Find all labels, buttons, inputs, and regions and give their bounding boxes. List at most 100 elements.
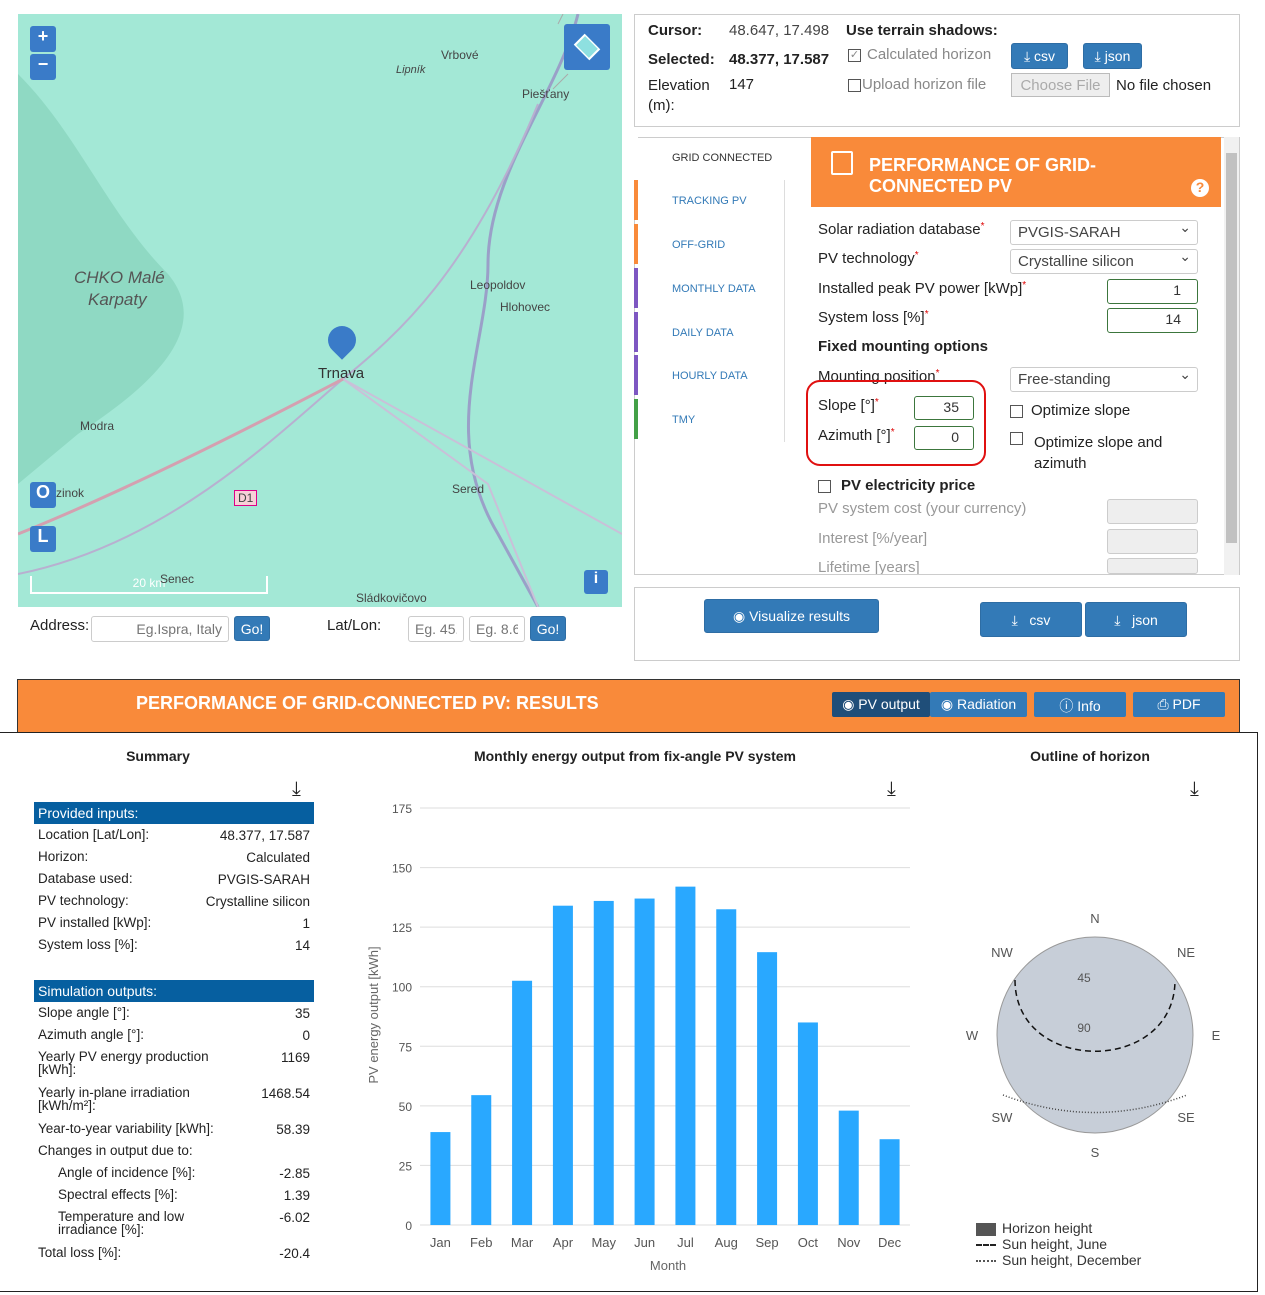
azimuth-label: Azimuth [°]*	[818, 427, 895, 444]
lifetime-input[interactable]	[1107, 558, 1198, 574]
horizon-legend: Horizon height Sun height, June Sun heig…	[976, 1220, 1141, 1268]
map-label: Senec	[160, 572, 195, 586]
tab-grid-connected[interactable]: GRID CONNECTED	[634, 137, 784, 180]
address-go-button[interactable]: Go!	[234, 616, 270, 641]
interest-input[interactable]	[1107, 529, 1198, 554]
tab-off-grid[interactable]: OFF-GRID	[634, 224, 784, 264]
zoom-out-button[interactable]: −	[30, 54, 56, 80]
zoom-in-button[interactable]: +	[30, 26, 56, 52]
calculated-horizon-label: Calculated horizon	[867, 46, 992, 63]
eye-icon: ◉	[940, 696, 957, 712]
horizon-disc	[996, 936, 1194, 1134]
summary-value: 58.39	[276, 1122, 310, 1137]
map-label: Karpaty	[88, 290, 147, 309]
horizon-json-button[interactable]: ⤓ json	[1083, 43, 1142, 69]
elevation-label: Elevation (m):	[648, 77, 710, 114]
results-csv-button[interactable]: ⤓ csv	[980, 602, 1082, 637]
ring-label: 45	[1077, 971, 1091, 985]
pv-tech-select[interactable]: Crystalline silicon	[1010, 248, 1198, 274]
eye-icon: ◉	[842, 696, 859, 712]
summary-row: Location [Lat/Lon]: 48.377, 17.587	[38, 828, 310, 843]
tab-tmy[interactable]: TMY	[634, 399, 784, 439]
summary-label: Changes in output due to:	[38, 1143, 193, 1158]
map-label: Vrbové	[441, 48, 479, 62]
optimize-slope-checkbox[interactable]: Optimize slope	[1010, 402, 1130, 419]
summary-label: Yearly in-plane irradiation [kWh/m²]:	[38, 1085, 190, 1113]
choose-file-button[interactable]: Choose File	[1011, 73, 1110, 97]
y-tick-label: 125	[392, 921, 412, 935]
azimuth-input[interactable]: 0	[914, 426, 974, 450]
summary-row: Year-to-year variability [kWh]: 58.39	[38, 1122, 310, 1137]
inputs-heading: Provided inputs:	[34, 802, 314, 824]
download-icon[interactable]: ⤓	[292, 778, 301, 801]
pv-output-tab[interactable]: ◉ PV output	[832, 692, 930, 717]
layers-icon[interactable]	[564, 24, 610, 70]
annotation-circle	[806, 380, 986, 466]
upload-horizon-label: Upload horizon file	[862, 76, 987, 93]
help-icon[interactable]: ?	[1191, 179, 1209, 197]
summary-row: Total loss [%]: -20.4	[38, 1246, 310, 1261]
tab-monthly-data[interactable]: MONTHLY DATA	[634, 268, 784, 308]
latlon-go-button[interactable]: Go!	[530, 616, 566, 641]
slope-input[interactable]: 35	[914, 396, 974, 420]
summary-value: -20.4	[279, 1246, 310, 1261]
bar	[675, 886, 696, 1225]
results-json-button[interactable]: ⤓ json	[1085, 602, 1187, 637]
summary-label: Temperature and low irradiance [%]:	[58, 1209, 185, 1237]
summary-label: Spectral effects [%]:	[58, 1187, 178, 1202]
optimize-both-checkbox[interactable]: Optimize slope and azimuth	[1010, 432, 1200, 474]
x-tick-label: Apr	[553, 1235, 574, 1250]
system-loss-label: System loss [%]*	[818, 309, 929, 326]
summary-label: Angle of incidence [%]:	[58, 1165, 196, 1180]
calculated-horizon-checkbox[interactable]: ✓ Calculated horizon	[848, 46, 991, 63]
download-icon[interactable]: ⤓	[1190, 778, 1199, 801]
horizon-csv-button[interactable]: ⤓ csv	[1011, 43, 1068, 69]
info-button[interactable]: ⓘ Info	[1034, 692, 1126, 717]
pdf-button[interactable]: ⎙ PDF	[1133, 692, 1225, 717]
y-tick-label: 75	[399, 1040, 413, 1054]
cost-input[interactable]	[1107, 499, 1198, 524]
tab-tracking-pv[interactable]: TRACKING PV	[634, 180, 784, 220]
lat-input[interactable]	[408, 616, 464, 642]
radiation-db-select[interactable]: PVGIS-SARAH	[1010, 219, 1198, 245]
compass-label: NW	[991, 945, 1013, 960]
visualize-results-button[interactable]: ◉ Visualize results	[704, 599, 879, 633]
summary-value: Calculated	[246, 850, 310, 865]
compass-label: W	[966, 1028, 979, 1043]
summary-row: Angle of incidence [%]: -2.85	[38, 1165, 310, 1181]
compass-label: S	[1091, 1145, 1100, 1160]
summary-value: -6.02	[279, 1210, 310, 1225]
upload-horizon-checkbox[interactable]: Upload horizon file	[848, 76, 986, 93]
tab-daily-data[interactable]: DAILY DATA	[634, 312, 784, 352]
peak-power-input[interactable]: 1	[1107, 279, 1198, 304]
summary-value: 1169	[280, 1050, 310, 1065]
map-l-button[interactable]: L	[30, 526, 56, 552]
lon-input[interactable]	[469, 616, 525, 642]
scrollbar[interactable]	[1224, 137, 1239, 575]
tab-hourly-data[interactable]: HOURLY DATA	[634, 355, 784, 395]
x-tick-label: Oct	[798, 1235, 819, 1250]
summary-value: PVGIS-SARAH	[217, 872, 310, 887]
info-icon: ⓘ	[1059, 698, 1078, 714]
system-loss-input[interactable]: 14	[1107, 308, 1198, 333]
map-o-button[interactable]: O	[30, 482, 56, 508]
summary-row: Horizon: Calculated	[38, 849, 310, 865]
summary-row: Spectral effects [%]: 1.39	[38, 1187, 310, 1203]
summary-label: Horizon:	[38, 849, 89, 864]
summary-value: 14	[294, 938, 310, 953]
mounting-select[interactable]: Free-standing	[1010, 366, 1198, 392]
no-file-text: No file chosen	[1116, 77, 1212, 94]
calculator-icon	[831, 151, 853, 175]
address-input[interactable]	[91, 616, 229, 642]
summary-row: Yearly PV energy production [kWh]: 1169	[38, 1050, 310, 1077]
map-info-button[interactable]: i	[584, 570, 608, 594]
map-label: D1	[234, 490, 258, 506]
fixed-mounting-heading: Fixed mounting options	[818, 338, 988, 355]
map[interactable]: + − O L i 20 km Vrbové Lipník Piešťany C…	[18, 14, 622, 607]
price-checkbox[interactable]: PV electricity price	[818, 477, 975, 494]
bar-chart: 0 25 50 75 100 125 150 175 Jan Feb Mar Apr May Jun Jul…	[366, 802, 910, 1273]
download-icon: ⤓	[1114, 612, 1133, 628]
radiation-tab[interactable]: ◉ Radiation	[930, 692, 1027, 717]
summary-row: Changes in output due to:	[38, 1143, 310, 1158]
bar	[879, 1139, 900, 1225]
